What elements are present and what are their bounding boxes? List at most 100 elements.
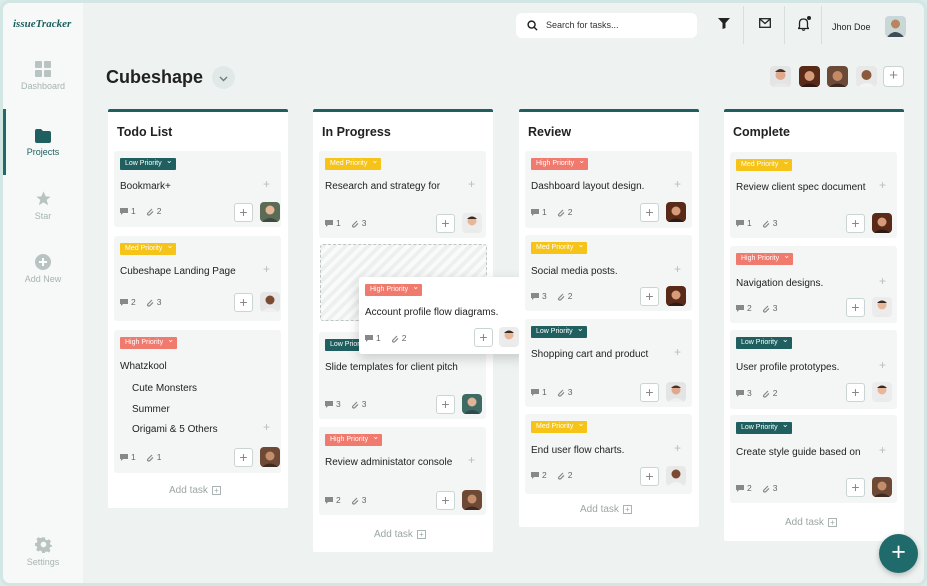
avatar[interactable] — [770, 66, 791, 87]
avatar — [499, 327, 519, 347]
assign-button[interactable]: + — [640, 467, 659, 486]
add-subtask-icon[interactable]: + — [879, 358, 886, 372]
assign-button[interactable]: + — [640, 287, 659, 306]
priority-badge[interactable]: High Priority — [120, 334, 178, 349]
avatar[interactable] — [885, 16, 906, 37]
assign-button[interactable]: + — [640, 203, 659, 222]
priority-badge[interactable]: Low Priority — [120, 155, 176, 170]
priority-badge[interactable]: Med Priority — [736, 156, 793, 171]
task-meta: 13 — [325, 218, 366, 228]
assign-button[interactable]: + — [436, 214, 455, 233]
dragging-task-card[interactable]: High Priority Account profile flow diagr… — [359, 277, 526, 354]
task-meta: 13 — [531, 387, 572, 397]
add-subtask-icon[interactable]: + — [263, 262, 270, 276]
priority-badge[interactable]: Med Priority — [531, 418, 588, 433]
assign-button[interactable]: + — [436, 491, 455, 510]
add-task-button[interactable]: Add task + — [169, 485, 221, 496]
task-card[interactable]: Med Priority Research and strategy for +… — [319, 151, 486, 238]
user-name[interactable]: Jhon Doe — [832, 22, 871, 32]
assign-button[interactable]: + — [436, 395, 455, 414]
priority-badge[interactable]: High Priority — [325, 431, 383, 446]
add-task-button[interactable]: Add task + — [580, 504, 632, 515]
priority-badge[interactable]: Low Priority — [531, 323, 587, 338]
task-card[interactable]: High Priority Whatzkool Cute Monsters Su… — [114, 330, 281, 473]
avatar — [666, 382, 686, 402]
task-card[interactable]: Low Priority Shopping cart and product +… — [525, 319, 692, 407]
subtask-item[interactable]: Cute Monsters — [132, 383, 197, 394]
attachment-count: 3 — [772, 303, 778, 313]
add-subtask-icon[interactable]: + — [468, 453, 475, 467]
comment-icon — [736, 305, 744, 313]
assign-button[interactable]: + — [234, 448, 253, 467]
priority-badge[interactable]: Med Priority — [531, 239, 588, 254]
comment-icon — [531, 472, 539, 480]
add-subtask-icon[interactable]: + — [674, 177, 681, 191]
subtask-item[interactable]: Summer — [132, 404, 170, 415]
task-card[interactable]: Low Priority Create style guide based on… — [730, 415, 897, 503]
assign-button[interactable]: + — [234, 203, 253, 222]
add-task-button[interactable]: Add task + — [374, 529, 426, 540]
add-subtask-icon[interactable]: + — [263, 420, 270, 434]
add-fab-button[interactable]: + — [879, 534, 918, 573]
add-subtask-icon[interactable]: + — [879, 443, 886, 457]
subtask-item[interactable]: Origami & 5 Others — [132, 424, 218, 435]
task-card[interactable]: Med Priority Review client spec document… — [730, 152, 897, 238]
task-title: Whatzkool — [120, 361, 167, 372]
bell-icon[interactable] — [798, 18, 809, 31]
priority-badge[interactable]: Low Priority — [736, 419, 792, 434]
mail-icon[interactable] — [759, 18, 771, 28]
priority-badge[interactable]: High Priority — [531, 155, 589, 170]
add-subtask-icon[interactable]: + — [879, 274, 886, 288]
add-member-button[interactable]: + — [883, 66, 904, 87]
avatar[interactable] — [856, 66, 877, 87]
column-title: Todo List — [117, 125, 173, 139]
assign-button[interactable]: + — [846, 298, 865, 317]
task-meta: 23 — [325, 495, 366, 505]
add-subtask-icon[interactable]: + — [879, 178, 886, 192]
attachment-count: 2 — [156, 206, 162, 216]
attachment-icon — [351, 497, 359, 505]
add-task-button[interactable]: Add task + — [785, 517, 837, 528]
assign-button[interactable]: + — [640, 383, 659, 402]
add-subtask-icon[interactable]: + — [674, 262, 681, 276]
sidebar-item-star[interactable]: Star — [3, 190, 83, 221]
avatar[interactable] — [799, 66, 820, 87]
filter-icon[interactable] — [718, 18, 730, 29]
column-title: Complete — [733, 125, 790, 139]
priority-badge[interactable]: Med Priority — [325, 155, 382, 170]
task-card[interactable]: Med Priority End user flow charts. + 22 … — [525, 414, 692, 494]
assign-button[interactable]: + — [846, 383, 865, 402]
task-title: Dashboard layout design. — [531, 181, 645, 192]
add-subtask-icon[interactable]: + — [468, 177, 475, 191]
task-card[interactable]: High Priority Review administator consol… — [319, 427, 486, 515]
priority-badge[interactable]: High Priority — [736, 250, 794, 265]
task-card[interactable]: Low Priority User profile prototypes. + … — [730, 330, 897, 409]
assign-button[interactable]: + — [474, 328, 493, 347]
assign-button[interactable]: + — [234, 293, 253, 312]
sidebar-item-add-new[interactable]: Add New — [3, 254, 83, 284]
add-subtask-icon[interactable]: + — [674, 345, 681, 359]
sidebar-item-settings[interactable]: Settings — [3, 536, 83, 567]
priority-badge[interactable]: High Priority — [365, 281, 423, 296]
avatar — [462, 213, 482, 233]
plus-square-icon: + — [622, 504, 632, 514]
project-dropdown[interactable] — [212, 66, 235, 89]
sidebar-item-dashboard[interactable]: Dashboard — [3, 61, 83, 91]
comment-count: 1 — [131, 206, 136, 216]
task-card[interactable]: Low Priority Bookmark+ + 12 + — [114, 151, 281, 227]
task-card[interactable]: High Priority Dashboard layout design. +… — [525, 151, 692, 228]
avatar — [462, 394, 482, 414]
task-card[interactable]: High Priority Navigation designs. + 23 + — [730, 246, 897, 323]
avatar[interactable] — [827, 66, 848, 87]
task-card[interactable]: Med Priority Cubeshape Landing Page + 23… — [114, 236, 281, 321]
add-subtask-icon[interactable]: + — [674, 441, 681, 455]
assign-button[interactable]: + — [846, 478, 865, 497]
search-input[interactable]: Search for tasks... — [516, 13, 697, 38]
assign-button[interactable]: + — [846, 214, 865, 233]
attachment-icon — [557, 472, 565, 480]
priority-badge[interactable]: Med Priority — [120, 240, 177, 255]
task-card[interactable]: Med Priority Social media posts. + 32 + — [525, 235, 692, 311]
priority-badge[interactable]: Low Priority — [736, 334, 792, 349]
sidebar-item-projects[interactable]: Projects — [3, 109, 83, 175]
add-subtask-icon[interactable]: + — [263, 177, 270, 191]
